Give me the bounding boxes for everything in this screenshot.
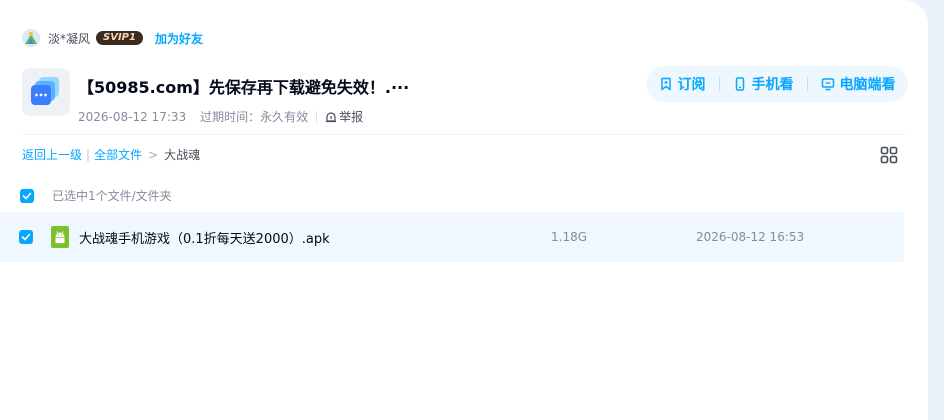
breadcrumb-separator: | <box>86 147 91 162</box>
vip-badge: SVIP1 <box>96 31 143 45</box>
phone-icon <box>735 77 744 91</box>
select-all-checkbox[interactable] <box>20 188 34 203</box>
expire-value: 永久有效 <box>260 110 309 124</box>
meta-divider <box>316 110 318 123</box>
selection-count: 已选中1个文件/文件夹 <box>52 189 172 203</box>
expire-label: 过期时间： <box>200 110 261 124</box>
username: 淡*凝风 <box>48 31 91 46</box>
check-icon <box>21 233 31 241</box>
share-title: 【50985.com】先保存再下载避免失效！.··· <box>78 78 410 97</box>
bookmark-icon <box>660 77 671 91</box>
share-header: 【50985.com】先保存再下载避免失效！.··· 2026-08-12 17… <box>22 68 409 125</box>
share-card: 淡*凝风 SVIP1 加为好友 【50985.com】先保存再下载避免失效！.·… <box>0 0 928 420</box>
desktop-view-button[interactable]: 电脑端看 <box>821 74 896 94</box>
selection-row: 已选中1个文件/文件夹 <box>20 187 172 204</box>
subscribe-label: 订阅 <box>677 77 706 93</box>
action-divider <box>718 77 720 91</box>
breadcrumb-current: 大战魂 <box>164 148 201 162</box>
mobile-view-label: 手机看 <box>751 77 794 93</box>
grid-view-icon[interactable] <box>880 146 898 164</box>
user-row: 淡*凝风 SVIP1 加为好友 <box>22 28 203 48</box>
file-name[interactable]: 大战魂手机游戏（0.1折每天送2000）.apk <box>79 228 330 247</box>
subscribe-button[interactable]: 订阅 <box>659 74 706 94</box>
breadcrumb: 返回上一级 | 全部文件 > 大战魂 <box>22 146 200 163</box>
file-size: 1.18G <box>551 230 588 244</box>
avatar-image <box>22 29 40 47</box>
share-meta: 2026-08-12 17:33 过期时间： 永久有效 举报 <box>78 108 409 125</box>
action-divider <box>806 77 808 91</box>
desktop-view-label: 电脑端看 <box>839 77 896 93</box>
report-button[interactable]: 举报 <box>325 108 363 125</box>
file-time: 2026-08-12 16:53 <box>696 230 805 244</box>
share-date: 2026-08-12 17:33 <box>78 109 187 124</box>
report-label: 举报 <box>339 110 364 124</box>
section-divider <box>22 134 906 135</box>
share-actions: 订阅 手机看 电脑端看 <box>646 66 908 102</box>
breadcrumb-arrow: > <box>148 147 159 162</box>
check-icon <box>22 192 32 199</box>
file-checkbox[interactable] <box>19 230 33 244</box>
report-icon <box>326 111 337 122</box>
add-friend-button[interactable]: 加为好友 <box>155 30 203 47</box>
monitor-icon <box>821 78 834 91</box>
android-apk-icon <box>51 226 69 248</box>
back-link[interactable]: 返回上一级 <box>22 146 82 163</box>
all-files-link[interactable]: 全部文件 <box>94 146 142 163</box>
avatar[interactable] <box>22 29 40 47</box>
mobile-view-button[interactable]: 手机看 <box>733 74 794 94</box>
table-row[interactable]: 大战魂手机游戏（0.1折每天送2000）.apk 1.18G 2026-08-1… <box>0 212 904 262</box>
share-folder-icon <box>22 68 70 116</box>
